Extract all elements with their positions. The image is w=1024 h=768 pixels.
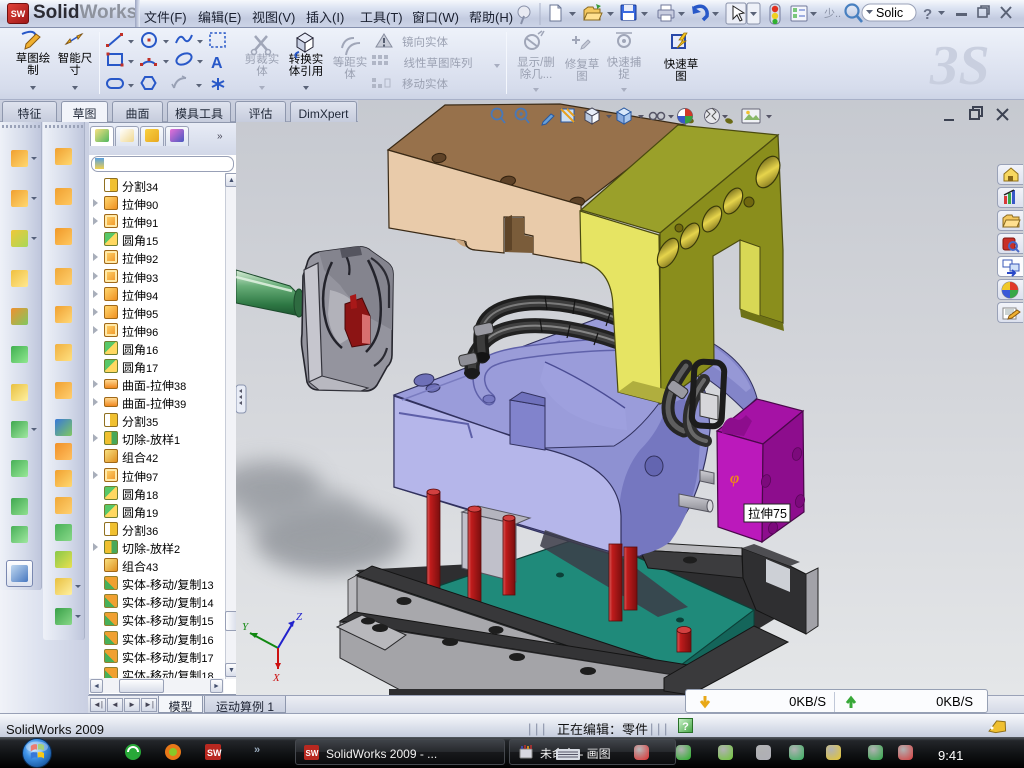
svg-text:SW: SW	[207, 748, 222, 758]
svg-text:Z: Z	[296, 611, 303, 623]
svg-text:Solic: Solic	[876, 6, 903, 20]
svg-text:φ: φ	[730, 470, 739, 487]
svg-text:X: X	[272, 672, 281, 684]
svg-text:Y: Y	[242, 621, 250, 633]
svg-text:A: A	[211, 55, 223, 72]
svg-text:少..: 少..	[824, 7, 841, 20]
svg-text:?: ?	[923, 6, 932, 23]
svg-text:SW: SW	[306, 748, 319, 759]
svg-text:»: »	[254, 744, 260, 756]
